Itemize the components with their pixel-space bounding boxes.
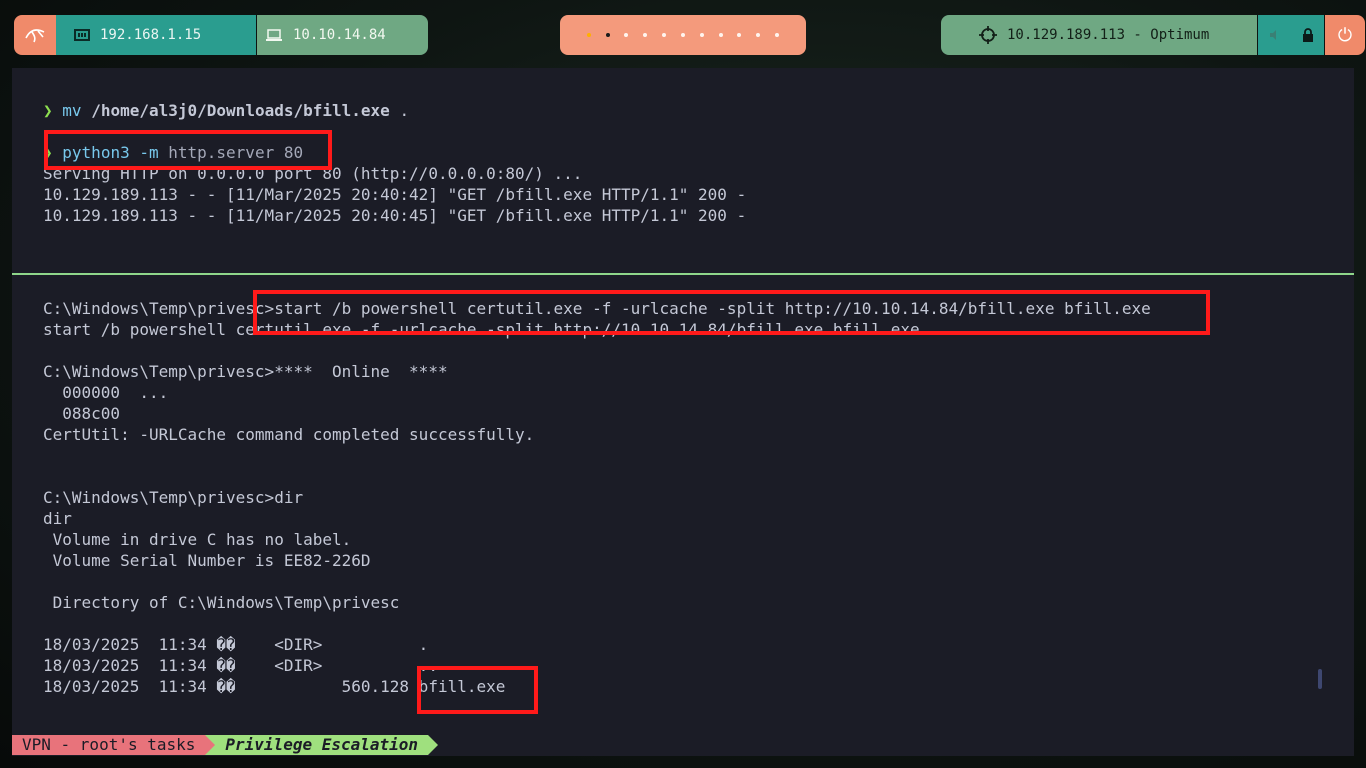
output-line: Volume in drive C has no label. (43, 530, 352, 549)
power-icon: ⏻ (1337, 24, 1353, 46)
output-line: 18/03/2025 11:34 �� <DIR> . (43, 635, 429, 654)
output-line: 10.129.189.113 - - [11/Mar/2025 20:40:42… (43, 185, 747, 204)
workspace-1-dot[interactable] (586, 33, 591, 37)
workspace-8-dot[interactable] (718, 33, 723, 37)
highlight-box (417, 666, 538, 714)
workspace-6-dot[interactable] (680, 33, 685, 37)
kali-dragon-icon (25, 29, 45, 43)
terminal-pane-target[interactable]: 18/03/2025 11:34 �� 560.128 bfill.exe 18/… (12, 276, 1354, 734)
output-line: 18/03/2025 11:34 �� <DIR> .. (43, 656, 438, 675)
output-line: CertUtil: -URLCache command completed su… (43, 425, 535, 444)
speaker-icon (1270, 30, 1276, 40)
target-label: 10.129.189.113 - Optimum (1007, 27, 1210, 43)
workspace-2-dot[interactable] (605, 33, 610, 37)
workspace-4-dot[interactable] (643, 33, 648, 37)
output-line: dir (43, 509, 72, 528)
volume-button[interactable] (1258, 15, 1292, 55)
terminal-pane-attacker[interactable]: ❯ mv /home/al3j0/Downloads/bfill.exe . ❯… (12, 68, 1354, 272)
target-widget[interactable]: 10.129.189.113 - Optimum (941, 15, 1257, 55)
workspace-switcher[interactable] (560, 15, 806, 55)
crosshair-icon (979, 26, 997, 44)
lock-button[interactable] (1292, 15, 1324, 55)
output-line: 000000 ... (43, 383, 169, 402)
output-line: C:\Windows\Temp\privesc>dir (43, 488, 304, 507)
vpn-ip-label: 10.10.14.84 (293, 27, 386, 43)
laptop-icon (266, 29, 282, 41)
terminal-window[interactable]: ❯ mv /home/al3j0/Downloads/bfill.exe . ❯… (12, 68, 1354, 756)
workspace-7-dot[interactable] (699, 33, 704, 37)
workspace-5-dot[interactable] (662, 33, 667, 37)
workspace-11-dot[interactable] (775, 33, 780, 37)
highlight-box (253, 290, 1210, 335)
highlight-box (44, 130, 332, 170)
kali-menu-button[interactable] (14, 15, 56, 55)
tmux-status-bar: VPN - root's tasks Privilege Escalation (12, 735, 438, 755)
scrollbar-thumb[interactable] (1318, 669, 1322, 689)
workspace-3-dot[interactable] (624, 33, 629, 37)
command-line: ❯ mv /home/al3j0/Downloads/bfill.exe . (43, 101, 410, 120)
network-card-icon (74, 29, 90, 41)
output-line: 10.129.189.113 - - [11/Mar/2025 20:40:45… (43, 206, 747, 225)
output-line: Directory of C:\Windows\Temp\privesc (43, 593, 400, 612)
workspace-10-dot[interactable] (756, 33, 761, 37)
workspace-9-dot[interactable] (737, 33, 742, 37)
top-panel: 192.168.1.15 10.10.14.84 10.129.189.113 … (0, 0, 1366, 62)
session-name: VPN - root's tasks (12, 735, 216, 755)
lock-icon (1303, 28, 1313, 42)
vpn-ip-widget[interactable]: 10.10.14.84 (257, 15, 428, 55)
power-button[interactable]: ⏻ (1325, 15, 1365, 55)
pane-divider[interactable] (12, 273, 1354, 275)
output-line: C:\Windows\Temp\privesc>**** Online **** (43, 362, 448, 381)
local-ip-widget[interactable]: 192.168.1.15 (56, 15, 256, 55)
output-line: Volume Serial Number is EE82-226D (43, 551, 371, 570)
window-tab-active[interactable]: Privilege Escalation (205, 735, 438, 755)
local-ip-label: 192.168.1.15 (100, 27, 202, 43)
output-line: 088c00 (43, 404, 121, 423)
